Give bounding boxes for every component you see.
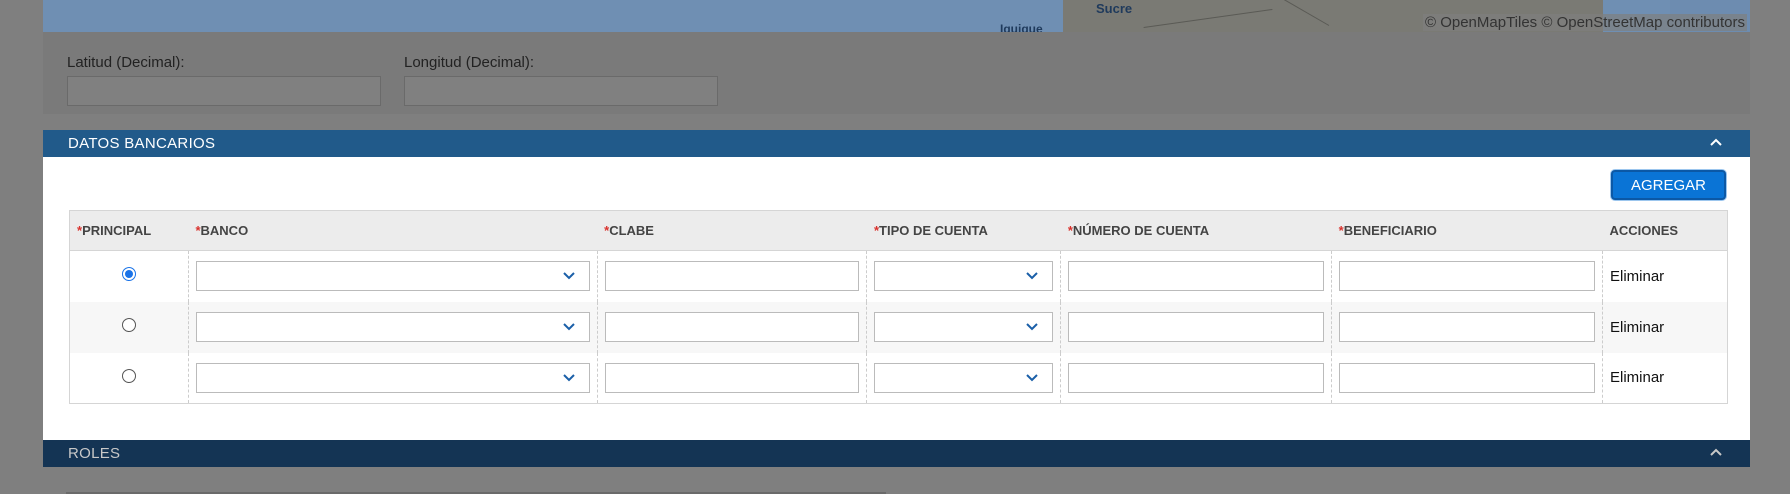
chevron-down-icon[interactable] [562,322,575,332]
column-header-principal[interactable]: *PRINCIPAL [69,210,189,251]
column-header-tipo-cuenta[interactable]: *TIPO DE CUENTA [866,210,1061,251]
column-header-beneficiario[interactable]: *BENEFICIARIO [1331,210,1603,251]
map-label-iquique: Iquique [1000,22,1043,32]
eliminar-link[interactable]: Eliminar [1610,319,1664,336]
column-header-banco[interactable]: *BANCO [188,210,598,251]
bank-section-header[interactable]: DATOS BANCARIOS [43,130,1750,157]
map-attribution: © OpenMapTiles © OpenStreetMap contribut… [1422,14,1747,31]
banco-select[interactable] [195,261,590,292]
map-label-sucre: Sucre [1096,1,1133,16]
latitude-input[interactable] [67,76,381,106]
banco-select[interactable] [195,312,590,342]
clabe-input[interactable] [604,362,860,393]
tipo-cuenta-select[interactable] [874,362,1054,393]
bank-section-title: DATOS BANCARIOS [68,135,216,152]
principal-radio[interactable] [121,318,136,332]
eliminar-link[interactable]: Eliminar [1610,268,1664,285]
column-header-numero-cuenta[interactable]: *NÚMERO DE CUENTA [1060,210,1332,251]
beneficiario-input[interactable] [1339,261,1595,292]
longitude-label: Longitud (Decimal): [404,54,535,71]
clabe-input[interactable] [604,261,860,292]
column-header-acciones: ACCIONES [1602,210,1728,251]
coordinates-panel: Latitud (Decimal): Longitud (Decimal): [43,32,1750,114]
eliminar-link[interactable]: Eliminar [1610,369,1664,386]
latitude-label: Latitud (Decimal): [67,54,185,71]
map-view[interactable]: Sucre Iquique © OpenMapTiles © OpenStree… [43,0,1750,32]
beneficiario-input[interactable] [1339,362,1595,393]
latitude-field-group: Latitud (Decimal): [67,54,381,106]
table-header-row: *PRINCIPAL *BANCO *CLABE *TIPO DE CUENTA… [69,210,1728,251]
banco-select[interactable] [195,362,590,393]
table-row: Eliminar [69,301,1728,353]
bank-section-body: AGREGAR *PRINCIPAL *BANCO *CLABE *TIPO D… [43,157,1750,440]
add-bank-button[interactable]: AGREGAR [1611,170,1726,200]
principal-radio[interactable] [121,267,136,282]
chevron-down-icon[interactable] [562,271,575,281]
roles-section-header[interactable]: ROLES [43,440,1750,467]
longitude-field-group: Longitud (Decimal): [404,54,718,106]
chevron-down-icon[interactable] [1026,373,1039,383]
principal-radio[interactable] [121,368,136,383]
clabe-input[interactable] [604,312,860,342]
chevron-down-icon[interactable] [1026,271,1039,281]
chevron-up-icon[interactable] [1708,134,1724,150]
longitude-input[interactable] [404,76,718,106]
table-row: Eliminar [70,250,1728,302]
bank-accounts-table: *PRINCIPAL *BANCO *CLABE *TIPO DE CUENTA… [69,210,1728,404]
beneficiario-input[interactable] [1339,312,1595,342]
chevron-down-icon[interactable] [1026,322,1039,332]
numero-cuenta-input[interactable] [1068,312,1325,342]
chevron-up-icon[interactable] [1708,444,1724,460]
roles-section-title: ROLES [68,445,121,462]
chevron-down-icon[interactable] [562,373,575,383]
tipo-cuenta-select[interactable] [874,261,1054,292]
numero-cuenta-input[interactable] [1068,261,1325,292]
numero-cuenta-input[interactable] [1068,362,1325,393]
table-row: Eliminar [70,352,1728,404]
column-header-clabe[interactable]: *CLABE [597,210,867,251]
tipo-cuenta-select[interactable] [874,312,1054,342]
